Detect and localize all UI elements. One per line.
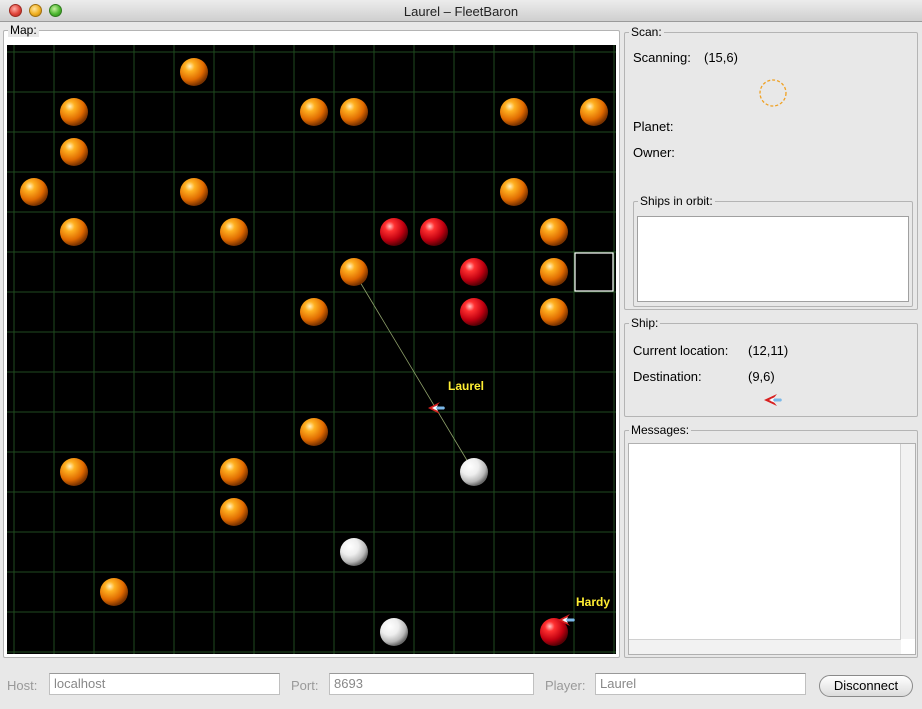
ships-in-orbit-list[interactable] [637, 216, 909, 302]
planet-neutral[interactable] [540, 258, 568, 286]
messages-vertical-scrollbar[interactable] [900, 444, 915, 639]
window-title: Laurel – FleetBaron [403, 4, 519, 19]
messages-panel: Messages: [624, 423, 918, 658]
ship-icon [764, 394, 782, 406]
planet-own[interactable] [380, 618, 408, 646]
planet-enemy[interactable] [460, 258, 488, 286]
selected-cell-marker [574, 252, 614, 292]
current-location-value: (12,11) [748, 343, 789, 358]
messages-horizontal-scrollbar[interactable] [629, 639, 901, 654]
planet-enemy[interactable] [380, 218, 408, 246]
map-panel: Map: Laurel Hardy [3, 23, 620, 658]
current-location-label: Current location: [633, 343, 729, 358]
planet-neutral[interactable] [540, 218, 568, 246]
host-field[interactable]: localhost [49, 673, 280, 695]
destination-label: Destination: [633, 369, 702, 384]
planet-neutral[interactable] [180, 178, 208, 206]
planet-neutral[interactable] [60, 98, 88, 126]
planet-neutral[interactable] [180, 58, 208, 86]
player-label: Player: [545, 678, 586, 693]
planet-neutral[interactable] [300, 418, 328, 446]
disconnect-button[interactable]: Disconnect [819, 675, 913, 697]
planet-neutral[interactable] [60, 458, 88, 486]
ship-name-label: Hardy [576, 595, 610, 609]
planet-neutral[interactable] [100, 578, 128, 606]
planet-neutral[interactable] [500, 98, 528, 126]
scan-panel: Scan: Scanning: (15,6) Planet: Owner: Sh… [624, 25, 918, 310]
scan-target-icon [759, 79, 787, 107]
scan-panel-label: Scan: [629, 25, 664, 39]
map-canvas[interactable]: Laurel Hardy [7, 45, 616, 654]
ship-name-label: Laurel [448, 379, 484, 393]
planet-own[interactable] [340, 538, 368, 566]
planet-own[interactable] [460, 458, 488, 486]
player-field[interactable]: Laurel [595, 673, 806, 695]
planet-neutral[interactable] [220, 218, 248, 246]
planet-neutral[interactable] [340, 258, 368, 286]
planet-neutral[interactable] [500, 178, 528, 206]
map-panel-label: Map: [8, 23, 39, 37]
planet-enemy[interactable] [420, 218, 448, 246]
destination-value: (9,6) [748, 369, 775, 384]
planet-neutral[interactable] [540, 298, 568, 326]
ship-layer: Laurel Hardy [428, 379, 610, 626]
host-label: Host: [7, 678, 38, 693]
messages-textarea[interactable] [628, 443, 916, 655]
port-field[interactable]: 8693 [329, 673, 534, 695]
planet-neutral[interactable] [220, 458, 248, 486]
planet-enemy[interactable] [460, 298, 488, 326]
scanning-value: (15,6) [704, 50, 738, 65]
planet-neutral[interactable] [20, 178, 48, 206]
planet-layer [20, 58, 608, 646]
planet-neutral[interactable] [220, 498, 248, 526]
planet-neutral[interactable] [300, 98, 328, 126]
ships-in-orbit-label: Ships in orbit: [638, 194, 715, 208]
map-grid [7, 45, 616, 654]
ship-panel-label: Ship: [629, 316, 661, 330]
owner-label: Owner: [633, 145, 675, 160]
ship-panel: Ship: Current location: (12,11) Destinat… [624, 316, 918, 417]
planet-neutral[interactable] [60, 218, 88, 246]
port-label: Port: [291, 678, 319, 693]
scanning-label: Scanning: [633, 50, 691, 65]
selection-layer [574, 252, 614, 292]
planet-neutral[interactable] [300, 298, 328, 326]
planet-neutral[interactable] [340, 98, 368, 126]
planet-label: Planet: [633, 119, 674, 134]
planet-neutral[interactable] [580, 98, 608, 126]
window-titlebar: Laurel – FleetBaron [0, 0, 922, 22]
messages-panel-label: Messages: [629, 423, 692, 437]
planet-neutral[interactable] [60, 138, 88, 166]
ships-in-orbit-panel: Ships in orbit: [633, 194, 913, 307]
